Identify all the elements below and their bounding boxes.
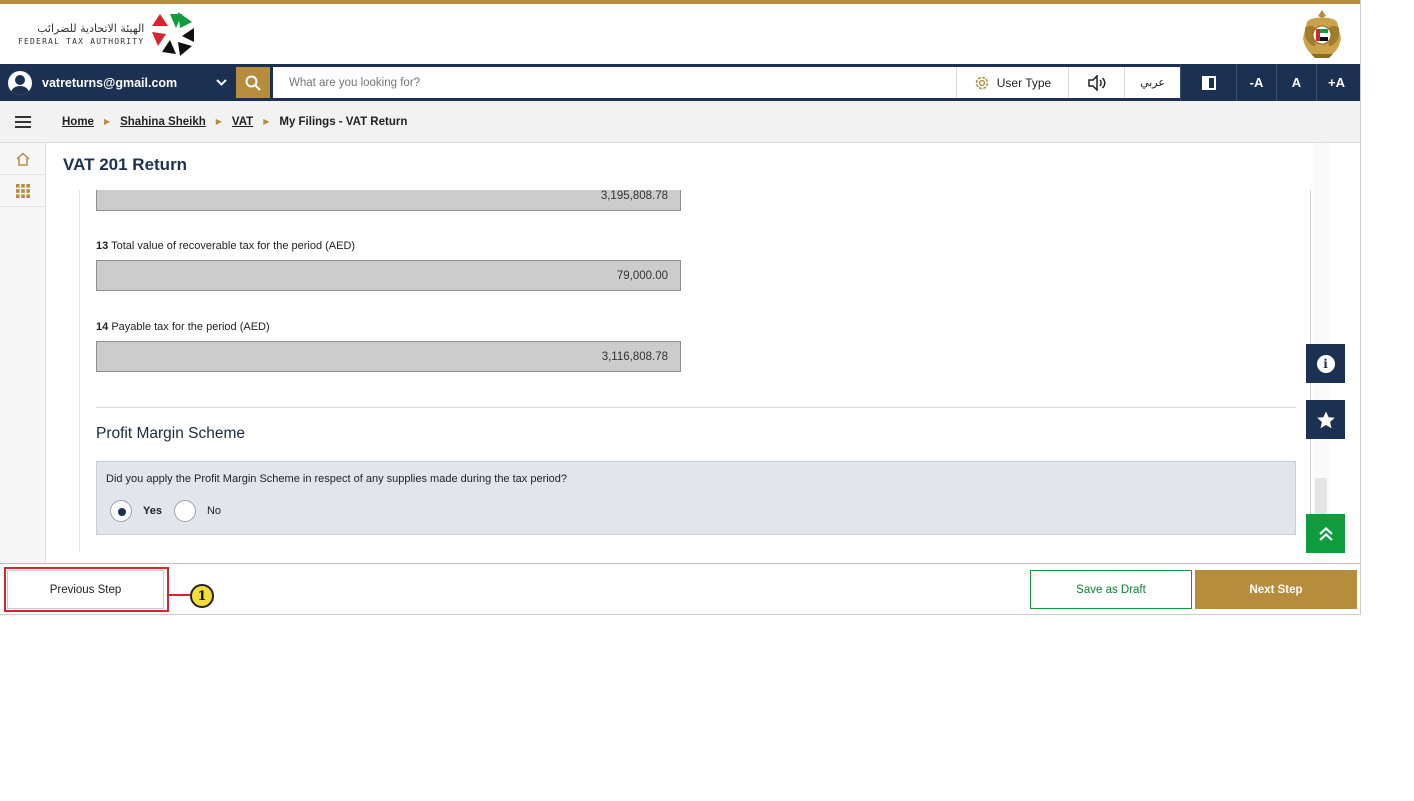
grid-icon (15, 183, 30, 198)
question-text: Did you apply the Profit Margin Scheme i… (106, 473, 568, 485)
field-13-number: 13 (96, 240, 109, 252)
breadcrumb-vat-link[interactable]: VAT (232, 116, 253, 128)
search-input[interactable] (273, 67, 956, 98)
home-icon (15, 151, 30, 166)
callout-badge: 1 (190, 584, 214, 608)
radio-group: Yes No (110, 500, 233, 522)
hamburger-menu-icon[interactable] (0, 115, 46, 128)
logo-english-text: FEDERAL TAX AUTHORITY (18, 37, 145, 46)
next-step-button[interactable]: Next Step (1195, 570, 1357, 609)
radio-no-label[interactable]: No (207, 505, 221, 517)
question-panel: Did you apply the Profit Margin Scheme i… (96, 461, 1296, 535)
form-content: 3,195,808.78 13 Total value of recoverab… (79, 190, 1311, 552)
scroll-to-top-button[interactable] (1306, 514, 1345, 553)
uae-emblem-icon (1303, 10, 1341, 58)
field-13-value: 79,000.00 (96, 260, 681, 291)
favorite-button[interactable] (1306, 400, 1345, 439)
info-button[interactable]: i (1306, 344, 1345, 383)
user-email: vatreturns@gmail.com (42, 75, 178, 90)
gear-icon (975, 76, 989, 89)
page-title: VAT 201 Return (63, 155, 188, 174)
breadcrumb-user-link[interactable]: Shahina Sheikh (120, 116, 206, 128)
left-sidebar (0, 143, 46, 563)
fta-logo-icon (152, 12, 195, 56)
app-window: الهيئة الاتحادية للضرائب FEDERAL TAX AUT… (0, 0, 1361, 615)
breadcrumb-separator-icon: ▶ (103, 117, 111, 126)
breadcrumb-separator-icon: ▶ (215, 117, 222, 126)
section-title: Profit Margin Scheme (96, 425, 246, 442)
section-divider (96, 407, 1296, 408)
chevron-down-icon[interactable] (209, 79, 233, 86)
speaker-icon (1087, 74, 1105, 91)
user-type-button[interactable]: User Type (956, 67, 1068, 98)
user-avatar-icon (8, 70, 32, 95)
breadcrumb-bar: Home ▶ Shahina Sheikh ▶ VAT ▶ My Filings… (0, 101, 1360, 143)
double-chevron-up-icon (1318, 526, 1333, 541)
breadcrumb-home-link[interactable]: Home (62, 116, 94, 128)
breadcrumb-separator-icon: ▶ (263, 117, 270, 126)
save-as-draft-button[interactable]: Save as Draft (1030, 570, 1192, 609)
breadcrumb-current: My Filings - VAT Return (279, 115, 408, 128)
breadcrumb: Home ▶ Shahina Sheikh ▶ VAT ▶ My Filings… (46, 116, 407, 128)
contrast-toggle-button[interactable] (1180, 64, 1236, 101)
field-14-label: 14 Payable tax for the period (AED) (96, 321, 270, 333)
sidebar-item-home[interactable] (0, 143, 45, 175)
sidebar-item-apps[interactable] (0, 175, 45, 207)
contrast-icon (1201, 75, 1216, 90)
field-14-text: Payable tax for the period (AED) (111, 321, 270, 333)
field-12-value: 3,195,808.78 (96, 190, 681, 211)
search-icon (245, 75, 261, 91)
user-menu[interactable]: vatreturns@gmail.com (0, 64, 233, 101)
info-icon: i (1316, 354, 1335, 373)
field-13-label: 13 Total value of recoverable tax for th… (96, 240, 355, 252)
footer-actions: Previous Step 1 Save as Draft Next Step (0, 563, 1360, 614)
field-14-value: 3,116,808.78 (96, 341, 681, 372)
field-13-text: Total value of recoverable tax for the p… (111, 240, 356, 252)
radio-yes-label[interactable]: Yes (143, 505, 162, 517)
search-button[interactable] (233, 64, 273, 101)
font-increase-button[interactable]: +A (1316, 64, 1356, 101)
header: الهيئة الاتحادية للضرائب FEDERAL TAX AUT… (0, 4, 1360, 64)
text-to-speech-button[interactable] (1068, 67, 1124, 98)
star-icon (1316, 411, 1335, 428)
radio-yes[interactable] (110, 500, 132, 522)
logo-arabic-text: الهيئة الاتحادية للضرائب (37, 22, 145, 35)
callout-connector (169, 594, 191, 596)
fta-logo[interactable]: الهيئة الاتحادية للضرائب FEDERAL TAX AUT… (18, 10, 198, 58)
top-navbar: vatreturns@gmail.com User Type (0, 64, 1360, 101)
language-toggle[interactable]: عربي (1124, 67, 1180, 98)
radio-no[interactable] (173, 500, 196, 522)
font-decrease-button[interactable]: -A (1236, 64, 1276, 101)
user-type-label: User Type (996, 75, 1052, 90)
highlight-box (4, 567, 169, 612)
field-14-number: 14 (96, 321, 109, 333)
font-reset-button[interactable]: A (1276, 64, 1316, 101)
